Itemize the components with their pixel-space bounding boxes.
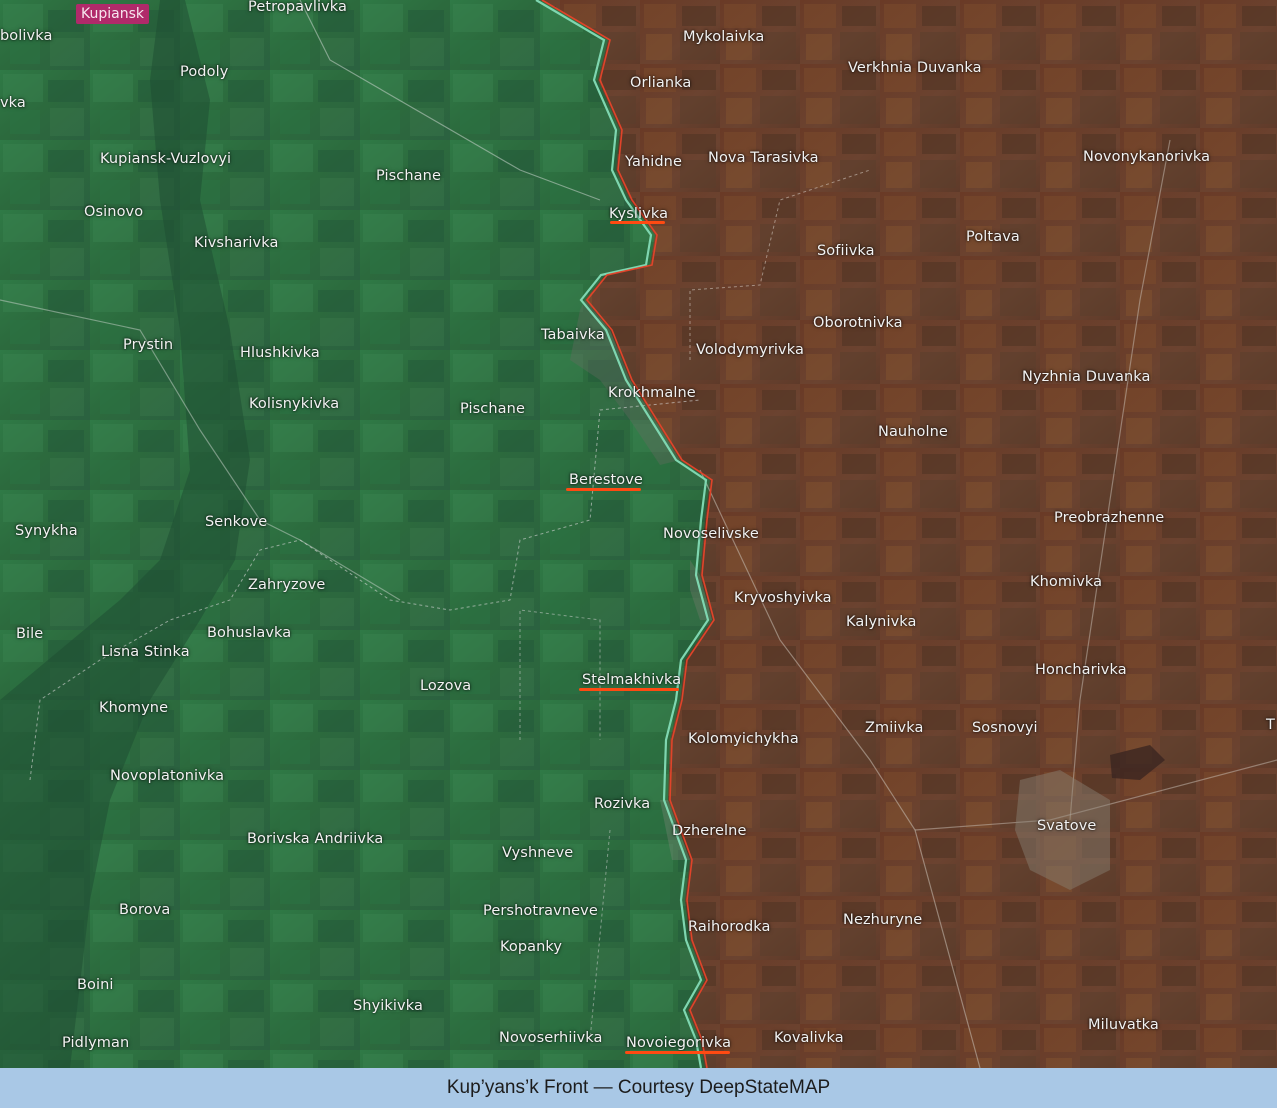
place-label-yahidne: Yahidne — [625, 154, 682, 170]
place-label-boini: Boini — [77, 977, 114, 993]
place-label-honcharivka: Honcharivka — [1035, 662, 1127, 678]
place-label-kopanky: Kopanky — [500, 939, 563, 955]
place-label-miluvatka: Miluvatka — [1088, 1017, 1159, 1033]
highlight-underline-stelmakhivka — [579, 688, 679, 691]
place-label-bile: Bile — [16, 626, 44, 642]
place-label-lozova: Lozova — [420, 678, 472, 694]
place-label-verkhnia-duvanka: Verkhnia Duvanka — [848, 60, 982, 76]
city-tag-kupiansk[interactable]: Kupiansk — [76, 4, 149, 24]
place-label-sofiivka: Sofiivka — [817, 243, 875, 259]
place-label-vka: vka — [0, 95, 26, 111]
map-caption: Kup’yans’k Front — Courtesy DeepStateMAP — [0, 1068, 1277, 1105]
place-label-nezhuryne: Nezhuryne — [843, 912, 923, 928]
place-label-oborotnivka: Oborotnivka — [813, 315, 903, 331]
place-label-novoselivske: Novoselivske — [663, 526, 759, 542]
place-label-hlushkivka: Hlushkivka — [240, 345, 320, 361]
place-label-tabaivka: Tabaivka — [541, 327, 605, 343]
place-label-mykolaivka: Mykolaivka — [683, 29, 765, 45]
place-label-krokhmalne: Krokhmalne — [608, 385, 696, 401]
place-label-nova-tarasivka: Nova Tarasivka — [708, 150, 819, 166]
place-label-rozivka: Rozivka — [594, 796, 651, 812]
place-label-zahryzove: Zahryzove — [248, 577, 326, 593]
place-label-novoserhiivka: Novoserhiivka — [499, 1030, 603, 1046]
place-label-kolomyichykha: Kolomyichykha — [688, 731, 799, 747]
place-label-pischane-2: Pischane — [460, 401, 525, 417]
place-label-vyshneve: Vyshneve — [502, 845, 574, 861]
place-label-svatove: Svatove — [1037, 818, 1097, 834]
place-label-shyikivka: Shyikivka — [353, 998, 423, 1014]
place-label-borivska-andriivka: Borivska Andriivka — [247, 831, 384, 847]
place-label-lisna-stinka: Lisna Stinka — [101, 644, 190, 660]
place-label-poltava: Poltava — [966, 229, 1020, 245]
place-label-raihorodka: Raihorodka — [688, 919, 771, 935]
place-label-sosnovyi: Sosnovyi — [972, 720, 1038, 736]
place-label-prystin: Prystin — [123, 337, 174, 353]
place-label-kryvoshyivka: Kryvoshyivka — [734, 590, 832, 606]
highlight-underline-novoiegorivka — [625, 1051, 730, 1054]
place-label-orlianka: Orlianka — [630, 75, 692, 91]
place-label-novoiegorivka: Novoiegorivka — [626, 1035, 732, 1051]
place-label-bohuslavka: Bohuslavka — [207, 625, 292, 641]
place-label-t-edge: T — [1266, 717, 1275, 733]
place-label-khomivka: Khomivka — [1030, 574, 1103, 590]
place-label-khomyne: Khomyne — [99, 700, 169, 716]
place-label-pershotravneve: Pershotravneve — [483, 903, 598, 919]
map-view[interactable]: Kupiansk Petropavlivka bolivka Podoly vk… — [0, 0, 1277, 1068]
place-label-petropavlivka: Petropavlivka — [248, 0, 347, 15]
place-label-kovalivka: Kovalivka — [774, 1030, 844, 1046]
highlight-underline-kyslivka — [610, 221, 665, 224]
highlight-underline-berestove — [566, 488, 641, 491]
place-label-preobrazhenne: Preobrazhenne — [1054, 510, 1165, 526]
place-label-stelmakhivka: Stelmakhivka — [582, 672, 682, 688]
place-label-podoly: Podoly — [180, 64, 229, 80]
place-label-dzherelne: Dzherelne — [672, 823, 747, 839]
place-label-novoplatonivka: Novoplatonivka — [110, 768, 225, 784]
place-label-kolisnykivka: Kolisnykivka — [249, 396, 340, 412]
place-label-zmiivka: Zmiivka — [865, 720, 924, 736]
place-label-kupiansk-vuzlovyi: Kupiansk-Vuzlovyi — [100, 151, 232, 167]
place-label-synykha: Synykha — [15, 523, 78, 539]
place-label-volodymyrivka: Volodymyrivka — [696, 342, 804, 358]
place-label-nauholne: Nauholne — [878, 424, 948, 440]
place-label-osinovo: Osinovo — [84, 204, 144, 220]
place-label-pidlyman: Pidlyman — [62, 1035, 130, 1051]
place-label-borova: Borova — [119, 902, 171, 918]
place-label-senkove: Senkove — [205, 514, 268, 530]
place-label-berestove: Berestove — [569, 472, 643, 488]
place-label-pischane: Pischane — [376, 168, 441, 184]
place-label-kivsharivka: Kivsharivka — [194, 235, 279, 251]
place-label-bolivka: bolivka — [0, 28, 53, 44]
place-label-kalynivka: Kalynivka — [846, 614, 917, 630]
place-label-nyzhnia-duvanka: Nyzhnia Duvanka — [1022, 369, 1151, 385]
place-label-novonykanorivka: Novonykanorivka — [1083, 149, 1211, 165]
